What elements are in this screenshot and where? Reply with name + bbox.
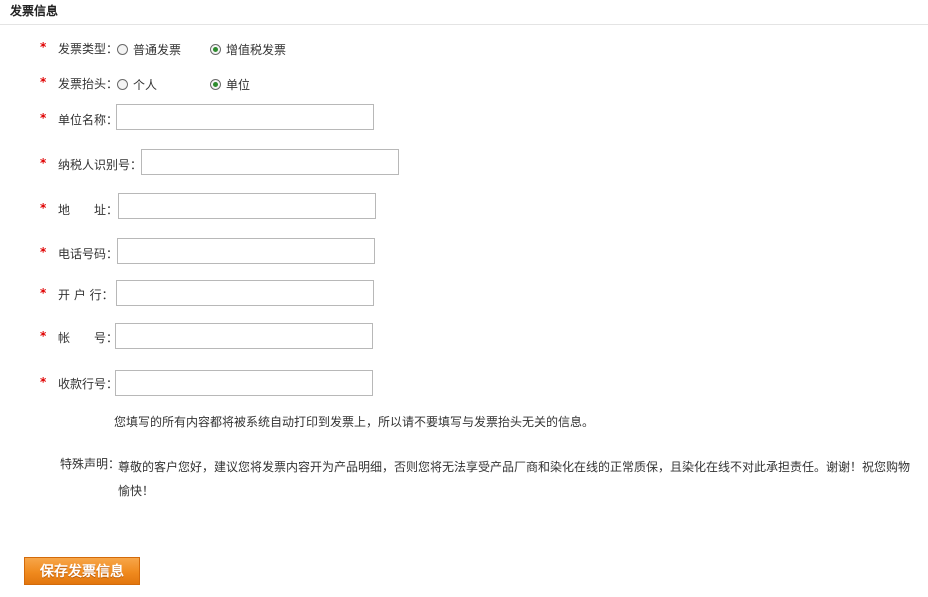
company-name-input[interactable] <box>116 104 374 130</box>
radio-vat-invoice-label: 增值税发票 <box>226 43 287 57</box>
invoice-header-row: * 发票抬头： 个人 单位 <box>0 75 928 103</box>
account-row: * 帐 号： <box>0 323 928 351</box>
account-input[interactable] <box>115 323 373 349</box>
address-input[interactable] <box>118 193 376 219</box>
bank-input[interactable] <box>116 280 374 306</box>
radio-normal-invoice[interactable]: 普通发票 <box>117 41 181 58</box>
phone-label: 电话号码： <box>58 247 119 261</box>
required-mark: * <box>40 75 47 89</box>
section-title: 发票信息 <box>10 4 59 18</box>
bank-label: 开 户 行： <box>58 288 114 302</box>
save-invoice-button[interactable]: 保存发票信息 <box>24 557 140 585</box>
radio-personal[interactable]: 个人 <box>117 76 157 93</box>
declaration-label: 特殊声明： <box>60 457 121 471</box>
bank-code-row: * 收款行号： <box>0 370 928 398</box>
required-mark: * <box>40 111 47 125</box>
required-mark: * <box>40 156 47 170</box>
phone-row: * 电话号码： <box>0 238 928 266</box>
required-mark: * <box>40 245 47 259</box>
invoice-type-row: * 发票类型： 普通发票 增值税发票 <box>0 40 928 68</box>
phone-input[interactable] <box>117 238 375 264</box>
bank-code-input[interactable] <box>115 370 373 396</box>
company-name-label: 单位名称： <box>58 113 119 127</box>
radio-company[interactable]: 单位 <box>210 76 250 93</box>
print-notice: 您填写的所有内容都将被系统自动打印到发票上，所以请不要填写与发票抬头无关的信息。 <box>114 415 595 429</box>
radio-normal-invoice-label: 普通发票 <box>133 43 182 57</box>
tax-id-row: * 纳税人识别号： <box>0 149 928 177</box>
required-mark: * <box>40 201 47 215</box>
tax-id-input[interactable] <box>141 149 399 175</box>
bank-row: * 开 户 行： <box>0 280 928 308</box>
address-label: 地 址： <box>58 203 119 217</box>
company-name-row: * 单位名称： <box>0 104 928 132</box>
account-label: 帐 号： <box>58 331 119 345</box>
radio-personal-circle[interactable] <box>117 79 128 90</box>
required-mark: * <box>40 40 47 54</box>
invoice-header-label: 发票抬头： <box>58 77 119 91</box>
required-mark: * <box>40 329 47 343</box>
radio-company-circle[interactable] <box>210 79 221 90</box>
invoice-type-label: 发票类型： <box>58 42 119 56</box>
required-mark: * <box>40 286 47 300</box>
radio-normal-invoice-circle[interactable] <box>117 44 128 55</box>
required-mark: * <box>40 375 47 389</box>
radio-personal-label: 个人 <box>133 78 158 92</box>
declaration-text: 尊敬的客户您好，建议您将发票内容开为产品明细，否则您将无法享受产品厂商和染化在线… <box>118 460 911 498</box>
radio-vat-invoice[interactable]: 增值税发票 <box>210 41 286 58</box>
radio-vat-invoice-circle[interactable] <box>210 44 221 55</box>
title-divider <box>0 24 928 25</box>
bank-code-label: 收款行号： <box>58 377 119 391</box>
address-row: * 地 址： <box>0 193 928 221</box>
radio-company-label: 单位 <box>226 78 251 92</box>
tax-id-label: 纳税人识别号： <box>58 158 143 172</box>
